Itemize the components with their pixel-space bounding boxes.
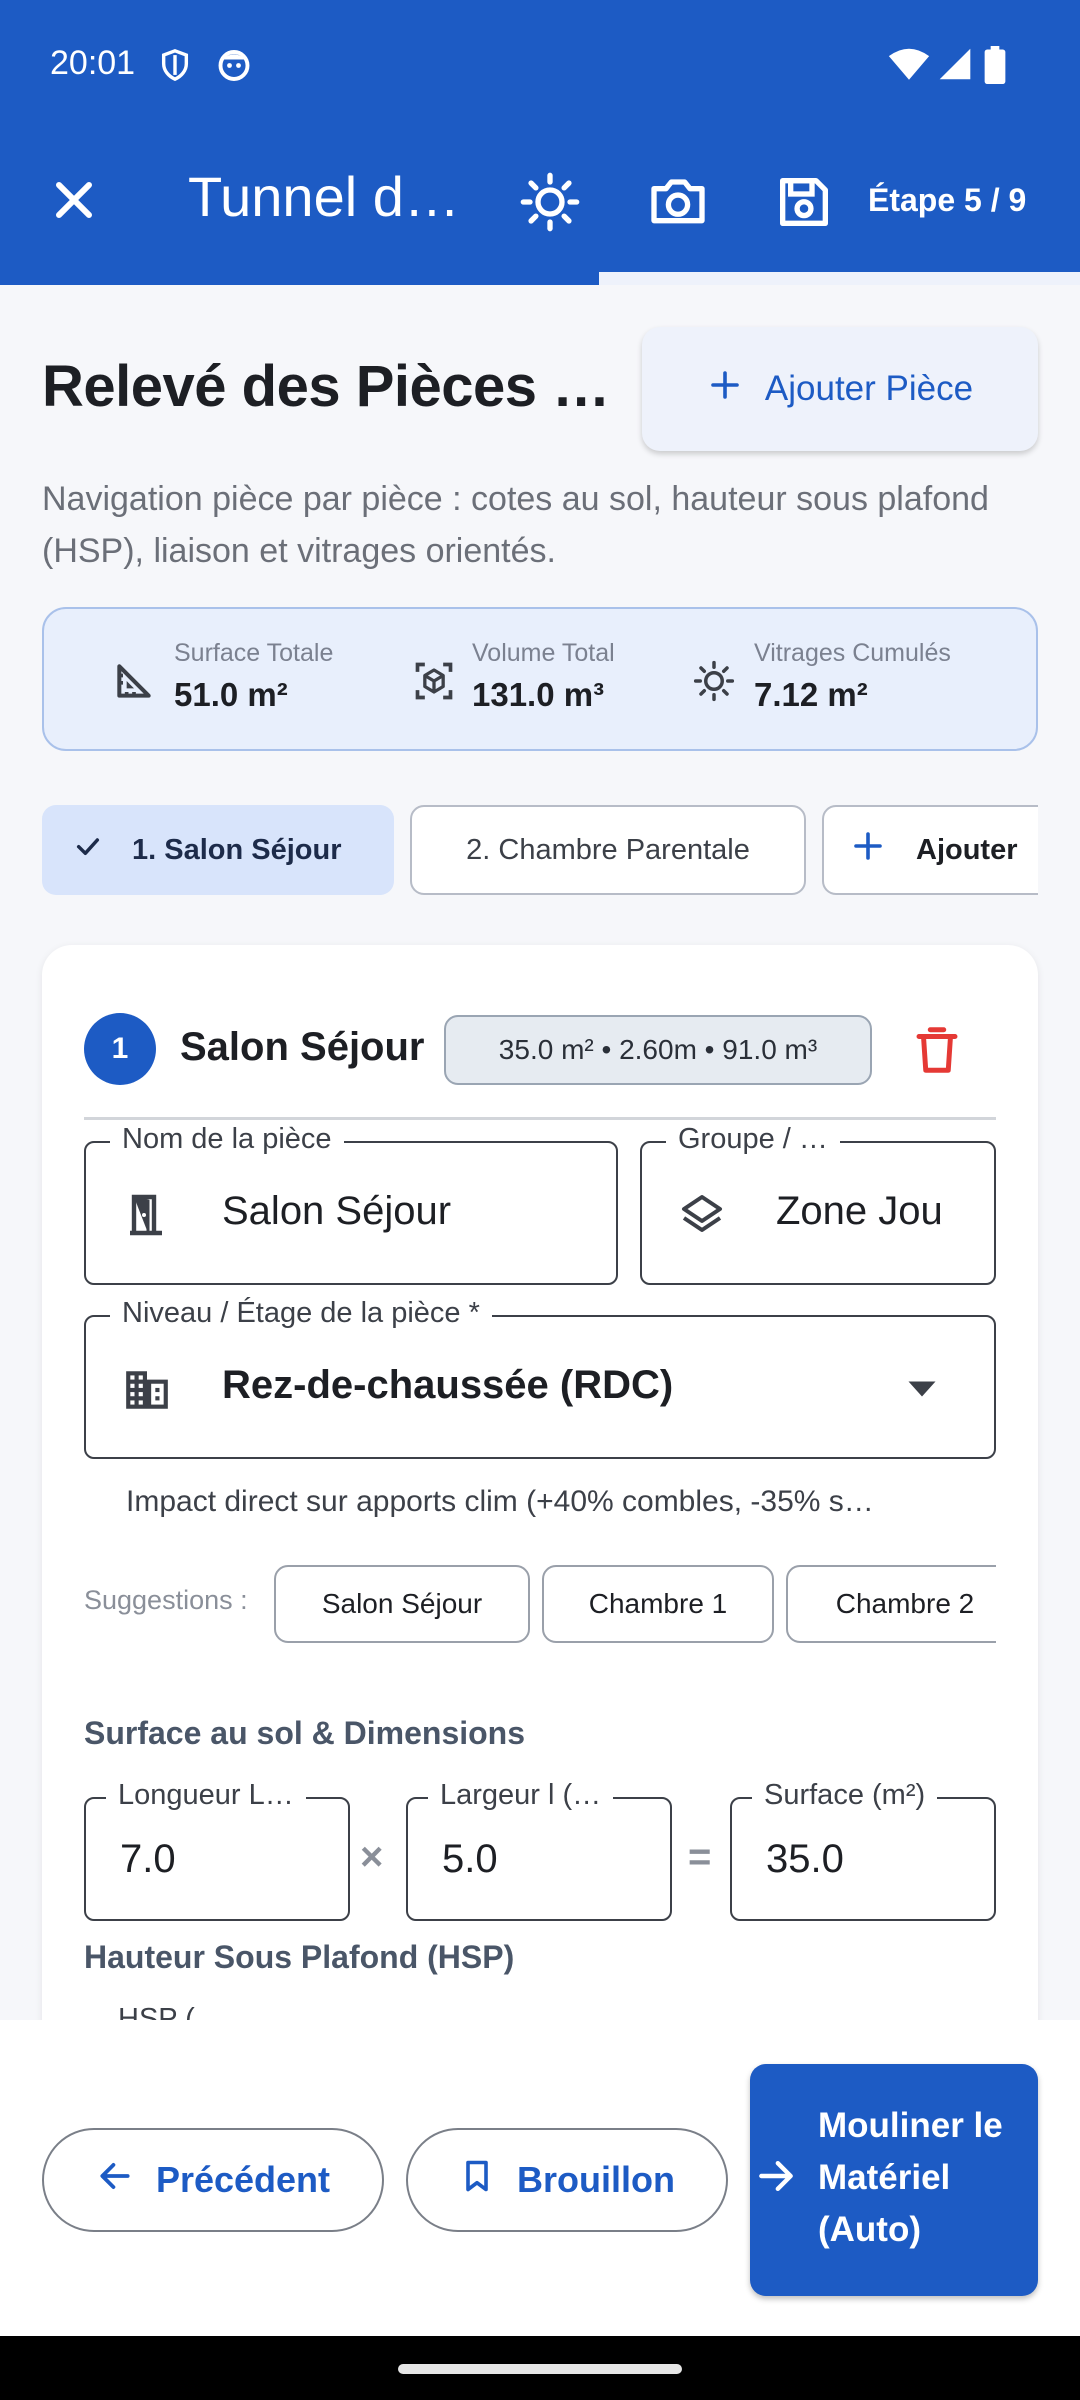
- bookmark-icon: [459, 2156, 495, 2205]
- plus-icon: [707, 367, 743, 412]
- app-bar: 20:01 Tunnel d… Étape 5 / 9: [0, 0, 1080, 285]
- sun-icon[interactable]: [518, 170, 582, 234]
- field-value: 7.0: [120, 1837, 176, 1881]
- tab-room-1[interactable]: 1. Salon Séjour: [42, 805, 394, 895]
- suggestion-chip[interactable]: Salon Séjour: [274, 1565, 530, 1643]
- system-nav-bar: [0, 2336, 1080, 2400]
- add-room-button[interactable]: Ajouter Pièce: [642, 327, 1038, 451]
- home-gesture-handle[interactable]: [398, 2364, 682, 2374]
- suggestion-chip[interactable]: Chambre 1: [542, 1565, 774, 1643]
- page-title: Relevé des Pièces …: [42, 354, 610, 419]
- room-summary-badge: 35.0 m² • 2.60m • 91.0 m³: [444, 1015, 872, 1085]
- field-value: Zone Jou: [776, 1189, 943, 1233]
- times-sign: ×: [360, 1835, 384, 1879]
- stat-label: Volume Total: [472, 639, 615, 667]
- save-icon[interactable]: [772, 170, 836, 234]
- dropdown-arrow-icon: [904, 1377, 940, 1406]
- camera-icon[interactable]: [646, 170, 710, 234]
- room-name-field[interactable]: Nom de la pièce Salon Séjour: [84, 1123, 618, 1285]
- room-name-heading: Salon Séjour: [180, 1025, 425, 1069]
- field-label: Nom de la pièce: [110, 1123, 344, 1156]
- stat-label: Vitrages Cumulés: [754, 639, 951, 667]
- face-icon: [216, 46, 252, 87]
- stat-glazing: Vitrages Cumulés 7.12 m²: [754, 639, 951, 714]
- arrow-right-icon: [754, 2154, 804, 2204]
- room-group-field[interactable]: Groupe / … Zone Jou: [640, 1123, 996, 1285]
- bottom-action-bar: Précédent Brouillon Mouliner le Matériel…: [0, 2020, 1080, 2336]
- add-room-label: Ajouter Pièce: [764, 369, 974, 408]
- wizard-progress-fill: [0, 272, 600, 285]
- surface-field[interactable]: Surface (m²) 35.0: [730, 1779, 996, 1921]
- toolbar: Tunnel d… Étape 5 / 9: [0, 130, 1080, 272]
- room-level-select[interactable]: Niveau / Étage de la pièce * Rez-de-chau…: [84, 1297, 996, 1459]
- toolbar-title: Tunnel d…: [188, 165, 458, 228]
- shield-icon: [158, 46, 192, 89]
- tab-add-room[interactable]: Ajouter: [822, 805, 1038, 895]
- field-value: Rez-de-chaussée (RDC): [222, 1363, 674, 1407]
- field-label: HSP (…: [106, 2003, 236, 2020]
- arrow-left-icon: [96, 2157, 134, 2204]
- sun-icon: [692, 659, 736, 703]
- cube-icon: [412, 659, 456, 703]
- generate-material-button[interactable]: Mouliner le Matériel (Auto): [750, 2064, 1038, 2296]
- signal-icon: [938, 46, 972, 87]
- room-number-badge: 1: [84, 1013, 156, 1085]
- delete-room-icon[interactable]: [910, 1023, 964, 1077]
- field-value: Salon Séjour: [222, 1189, 452, 1233]
- field-value: 5.0: [442, 1837, 498, 1881]
- surface-section-heading: Surface au sol & Dimensions: [84, 1715, 526, 1751]
- length-field[interactable]: Longueur L… 7.0: [84, 1779, 350, 1921]
- stat-surface: Surface Totale 51.0 m²: [174, 639, 333, 714]
- hsp-section-heading: Hauteur Sous Plafond (HSP): [84, 1939, 515, 1975]
- building-icon: [122, 1365, 170, 1413]
- width-field[interactable]: Largeur l (… 5.0: [406, 1779, 672, 1921]
- check-icon: [72, 830, 104, 870]
- stat-volume: Volume Total 131.0 m³: [472, 639, 615, 714]
- suggestions-label: Suggestions :: [84, 1585, 248, 1615]
- previous-label: Précédent: [155, 2159, 331, 2200]
- stat-value: 7.12 m²: [754, 676, 868, 713]
- main-content[interactable]: Relevé des Pièces … Ajouter Pièce Naviga…: [0, 285, 1080, 2020]
- field-label: Surface (m²): [752, 1779, 938, 1812]
- equals-sign: =: [688, 1835, 712, 1879]
- previous-button[interactable]: Précédent: [42, 2128, 384, 2232]
- field-value: 35.0: [766, 1837, 844, 1881]
- plus-icon: [850, 828, 886, 872]
- tab-label: 2. Chambre Parentale: [466, 833, 750, 866]
- status-bar: 20:01: [0, 0, 1080, 130]
- tab-label: Ajouter: [916, 833, 1018, 866]
- step-indicator: Étape 5 / 9: [868, 182, 1027, 218]
- generate-material-label: Mouliner le Matériel (Auto): [818, 2106, 1003, 2249]
- suggestions-row: Salon Séjour Chambre 1 Chambre 2: [274, 1565, 996, 1645]
- status-time: 20:01: [50, 44, 136, 82]
- level-helper-text: Impact direct sur apports clim (+40% com…: [126, 1485, 874, 1518]
- field-label: Longueur L…: [106, 1779, 306, 1812]
- area-icon: [112, 659, 156, 703]
- tab-room-2[interactable]: 2. Chambre Parentale: [410, 805, 806, 895]
- draft-button[interactable]: Brouillon: [406, 2128, 728, 2232]
- tab-label: 1. Salon Séjour: [132, 833, 342, 866]
- field-label: Niveau / Étage de la pièce *: [110, 1297, 492, 1330]
- page-subtitle: Navigation pièce par pièce : cotes au so…: [42, 480, 989, 570]
- stat-label: Surface Totale: [174, 639, 334, 667]
- room-tabs: 1. Salon Séjour 2. Chambre Parentale Ajo…: [42, 805, 1038, 897]
- field-label: Groupe / …: [666, 1123, 840, 1156]
- wizard-progress: [0, 272, 1080, 285]
- stats-card: Surface Totale 51.0 m² Volume Total 131.…: [42, 607, 1038, 751]
- suggestion-chip[interactable]: Chambre 2: [786, 1565, 996, 1643]
- battery-icon: [984, 46, 1006, 89]
- divider: [84, 1117, 996, 1120]
- stat-value: 51.0 m²: [174, 676, 288, 713]
- stat-value: 131.0 m³: [472, 676, 605, 713]
- layers-icon: [678, 1191, 726, 1239]
- door-icon: [122, 1191, 170, 1239]
- field-label: Largeur l (…: [428, 1779, 614, 1812]
- room-card: 1 Salon Séjour 35.0 m² • 2.60m • 91.0 m³…: [42, 945, 1038, 2020]
- wifi-icon: [888, 46, 930, 87]
- draft-label: Brouillon: [517, 2159, 675, 2200]
- close-icon[interactable]: [44, 170, 104, 230]
